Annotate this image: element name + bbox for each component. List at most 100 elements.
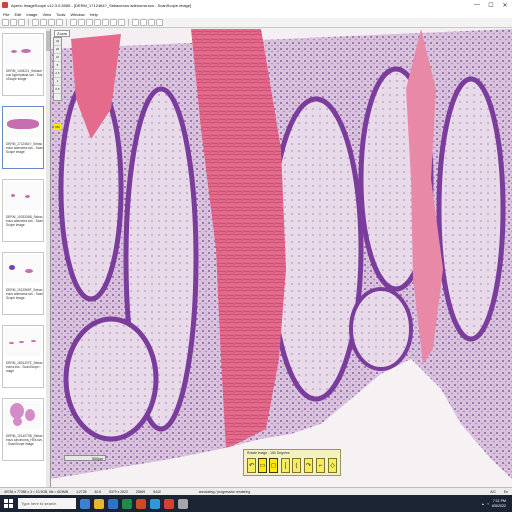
toolbar-divider <box>28 19 29 26</box>
panel-scrollbar[interactable] <box>46 29 50 487</box>
fit-icon[interactable] <box>56 19 63 26</box>
mirror-button[interactable]: ◇ <box>328 458 337 473</box>
thumbnail-card[interactable]: DERM_1404211_Sebaceous hyperplasia.svs -… <box>2 33 44 96</box>
zoom-step[interactable]: 20 <box>54 46 61 54</box>
menu-window[interactable]: Window <box>70 12 84 17</box>
app-icon <box>2 2 8 8</box>
rotate-90-button[interactable]: [ <box>281 458 290 473</box>
thumbnail-label: DERM_1712464?_Sebaceous adenoma.svs - Sc… <box>6 142 43 154</box>
rotate-panel: Rotate image - 180 Degrees ↶ ▭ ◻ [ ( ↷ ⌐… <box>243 449 341 476</box>
thumbnail-label: DERM_1404211_Sebaceous hyperplasia.svs -… <box>6 69 43 81</box>
rotate-panel-title: Rotate image - 180 Degrees <box>247 451 290 455</box>
file-explorer-icon[interactable] <box>94 498 104 509</box>
slide-thumbnail <box>5 36 41 64</box>
slide-viewer[interactable]: Zoom 40 20 10 5 2.5 1 0.5 15x 500µm <box>51 29 512 487</box>
menu-bar: File Edit Image View Tools Window Help <box>0 10 512 18</box>
zoom-step[interactable]: 0.5 <box>54 86 61 94</box>
thumbnail-label: DERM_1914073B_Sebaceous carcinoma_HEs.sv… <box>6 434 43 446</box>
wifi-icon[interactable]: ▴ <box>482 502 484 506</box>
zoom-current-indicator: 15x <box>54 124 61 130</box>
copy-icon[interactable] <box>32 19 39 26</box>
status-lang: En <box>503 490 508 494</box>
toolbar-divider <box>66 19 67 26</box>
text-icon[interactable] <box>118 19 125 26</box>
print-icon[interactable] <box>18 19 25 26</box>
menu-view[interactable]: View <box>42 12 51 17</box>
status-caps: A/C <box>490 490 496 494</box>
task-view-icon[interactable] <box>80 498 90 509</box>
status-zoom-ratio: 1:2728 <box>76 490 87 494</box>
app-icon[interactable] <box>178 498 188 509</box>
thumbnail-card[interactable]: DERM_1912969F_Sebaceous adenoma.svs - Sc… <box>2 252 44 315</box>
edge-icon[interactable] <box>150 498 160 509</box>
scale-bar: 500µm <box>64 455 106 461</box>
windows-taskbar: Type here to search ▴ ◖ 7:11 PM 6/5/2022 <box>0 495 512 512</box>
volume-icon[interactable]: ◖ <box>487 502 489 506</box>
thumbnail-card-selected[interactable]: DERM_1712464?_Sebaceous adenoma.svs - Sc… <box>2 106 44 169</box>
layers-icon[interactable] <box>132 19 139 26</box>
rotate-right-button[interactable]: ↷ <box>304 458 313 473</box>
ruler-icon[interactable] <box>110 19 117 26</box>
thumbnail-label: DERM_1912969F_Sebaceous adenoma.svs - Sc… <box>6 288 43 300</box>
histology-image[interactable] <box>51 29 512 487</box>
slide-thumbnail <box>5 401 41 429</box>
help-icon[interactable] <box>156 19 163 26</box>
save-icon[interactable] <box>10 19 17 26</box>
zoom-step[interactable]: 1 <box>54 78 61 86</box>
rotate-icon[interactable] <box>140 19 147 26</box>
thumbnail-card[interactable]: DERM_1801337E_Sebaceoma.svs - ScanScope … <box>2 325 44 388</box>
menu-edit[interactable]: Edit <box>14 12 21 17</box>
hand-icon[interactable] <box>70 19 77 26</box>
windows-logo-icon <box>3 499 13 508</box>
flip-button[interactable]: ⌐ <box>316 458 325 473</box>
zoom-in-icon[interactable] <box>40 19 47 26</box>
thumbnail-card[interactable]: DERM_1003336B_Sebaceous adenoma.svs - Sc… <box>2 179 44 242</box>
rotate-left-button[interactable]: ↶ <box>247 458 256 473</box>
open-icon[interactable] <box>2 19 9 26</box>
zoom-label: Zoom <box>54 30 71 37</box>
imagescope-taskbar-icon[interactable] <box>164 498 174 509</box>
maximize-button[interactable]: ☐ <box>484 0 498 10</box>
zoom-out-icon[interactable] <box>48 19 55 26</box>
window-title: Aperio ImageScope v12.3.0.5056 - [DERM_1… <box>11 2 192 8</box>
taskbar-search[interactable]: Type here to search <box>18 498 76 509</box>
thumbnail-label: DERM_1003336B_Sebaceous adenoma.svs - Sc… <box>6 215 43 227</box>
rect-icon[interactable] <box>86 19 93 26</box>
clock-time: 7:11 PM <box>492 498 506 503</box>
rotate-0-button[interactable]: ▭ <box>258 458 267 473</box>
rotate-270-button[interactable]: ( <box>292 458 301 473</box>
status-pixel-x: 25569 <box>135 490 146 494</box>
menu-file[interactable]: File <box>3 12 9 17</box>
scrollbar-thumb[interactable] <box>46 31 50 51</box>
menu-tools[interactable]: Tools <box>56 12 65 17</box>
settings-icon[interactable] <box>148 19 155 26</box>
toolbar-divider <box>128 19 129 26</box>
arrow-icon[interactable] <box>102 19 109 26</box>
close-button[interactable]: ✕ <box>498 0 512 10</box>
zoom-step[interactable]: 40 <box>54 38 61 46</box>
ellipse-icon[interactable] <box>94 19 101 26</box>
zoom-step[interactable]: 5 <box>54 62 61 70</box>
pen-icon[interactable] <box>78 19 85 26</box>
status-magnification: 40.6 <box>94 490 102 494</box>
slide-thumbnail <box>5 182 41 210</box>
clock-date: 6/5/2022 <box>492 503 506 508</box>
slide-thumbnail <box>5 328 41 356</box>
menu-image[interactable]: Image <box>26 12 37 17</box>
rotate-180-button[interactable]: ◻ <box>269 458 278 473</box>
minimize-button[interactable]: — <box>470 0 484 10</box>
thumbnail-card[interactable]: DERM_1914073B_Sebaceous carcinoma_HEs.sv… <box>2 398 44 461</box>
excel-icon[interactable] <box>122 498 132 509</box>
status-location: 5379 x 2623 <box>109 490 128 494</box>
zoom-step[interactable]: 2.5 <box>54 70 61 78</box>
zoom-slider[interactable]: 40 20 10 5 2.5 1 0.5 <box>53 37 62 101</box>
menu-help[interactable]: Help <box>90 12 98 17</box>
slide-thumbnail <box>5 255 41 283</box>
clock[interactable]: 7:11 PM 6/5/2022 <box>492 499 506 509</box>
word-icon[interactable] <box>108 498 118 509</box>
powerpoint-icon[interactable] <box>136 498 146 509</box>
status-image-size: 49784 x 77088 x 3 = 10.9GB, file = 603MB <box>4 490 69 494</box>
thumbnail-panel: DERM_1404211_Sebaceous hyperplasia.svs -… <box>0 29 51 487</box>
zoom-step[interactable]: 10 <box>54 54 61 62</box>
start-button[interactable] <box>0 495 16 512</box>
